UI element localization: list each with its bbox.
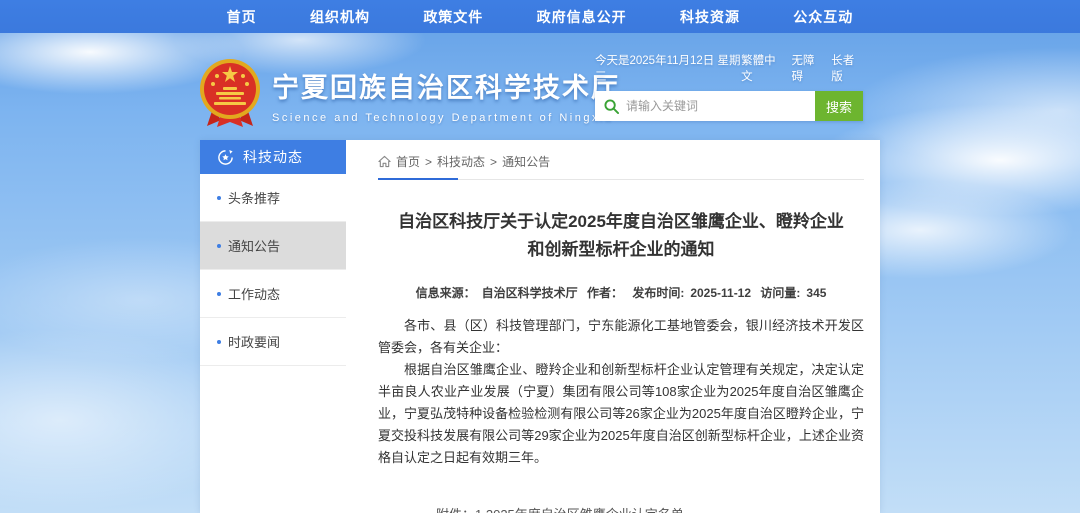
article-meta: 信息来源： 自治区科学技术厅 作者： 发布时间: 2025-11-12 访问量: 34…: [378, 284, 864, 301]
link-traditional-chinese[interactable]: 繁體中文: [741, 52, 783, 84]
sidebar-item-current-politics[interactable]: 时政要闻: [200, 318, 346, 366]
nav-item-gov-info[interactable]: 政府信息公开: [537, 7, 627, 27]
search-button[interactable]: 搜索: [815, 91, 863, 121]
nav-item-sci-tech-resources[interactable]: 科技资源: [680, 7, 740, 27]
sidebar-item-label: 头条推荐: [228, 188, 280, 207]
attachments-label: 附件：: [436, 503, 475, 513]
search-box: [595, 91, 815, 121]
attachment-link-eagle-list[interactable]: 1.2025年度自治区雏鹰企业认定名单: [475, 503, 723, 513]
attachments-block: 附件： 1.2025年度自治区雏鹰企业认定名单 2.2025年度自治区瞪羚企业认…: [436, 503, 864, 513]
nav-item-public-interaction[interactable]: 公众互动: [793, 7, 853, 27]
current-date-text: 今天是2025年11月12日 星期三: [595, 52, 741, 84]
page-background: 首页 组织机构 政策文件 政府信息公开 科技资源 公众互动 宁夏回族自治区: [0, 0, 1080, 513]
bullet-dot-icon: [217, 292, 221, 296]
article-title: 自治区科技厅关于认定2025年度自治区雏鹰企业、瞪羚企业 和创新型标杆企业的通知: [378, 208, 864, 264]
site-title: 宁夏回族自治区科学技术厅: [272, 66, 620, 105]
sidebar-item-work-trends[interactable]: 工作动态: [200, 270, 346, 318]
meta-time-label: 发布时间:: [632, 286, 684, 300]
breadcrumb-separator: >: [425, 155, 432, 169]
meta-views-value: 345: [806, 286, 826, 300]
home-icon: [378, 155, 391, 168]
sidebar-item-label: 工作动态: [228, 284, 280, 303]
bullet-dot-icon: [217, 244, 221, 248]
nav-item-organization[interactable]: 组织机构: [310, 7, 370, 27]
article-body: 各市、县（区）科技管理部门，宁东能源化工基地管委会，银川经济技术开发区管委会，各…: [378, 315, 864, 469]
sidebar-item-headline-recommend[interactable]: 头条推荐: [200, 174, 346, 222]
meta-time-value: 2025-11-12: [690, 286, 751, 300]
search-input[interactable]: [626, 99, 815, 113]
sidebar-item-notices[interactable]: 通知公告: [200, 222, 346, 270]
breadcrumb-notices[interactable]: 通知公告: [502, 153, 550, 170]
content-panel: 科技动态 头条推荐 通知公告 工作动态 时政要闻: [200, 140, 880, 513]
nav-item-policy-documents[interactable]: 政策文件: [423, 7, 483, 27]
search-icon: [604, 99, 619, 114]
top-navigation-bar: 首页 组织机构 政策文件 政府信息公开 科技资源 公众互动: [0, 0, 1080, 33]
breadcrumb-separator: >: [490, 155, 497, 169]
bullet-dot-icon: [217, 340, 221, 344]
meta-views-label: 访问量:: [760, 286, 800, 300]
sidebar-title: 科技动态: [243, 147, 303, 167]
meta-source-label: 信息来源：: [416, 286, 476, 300]
nav-item-home[interactable]: 首页: [227, 7, 257, 27]
link-accessibility[interactable]: 无障碍: [791, 52, 823, 84]
meta-source-value: 自治区科学技术厅: [482, 286, 578, 300]
sidebar-item-label: 通知公告: [228, 236, 280, 255]
sidebar-item-label: 时政要闻: [228, 332, 280, 351]
national-emblem-logo: [199, 58, 261, 128]
main-article-area: 首页 > 科技动态 > 通知公告 自治区科技厅关于认定2025年度自治区雏鹰企业…: [362, 140, 880, 513]
article-paragraph: 根据自治区雏鹰企业、瞪羚企业和创新型标杆企业认定管理有关规定，决定认定半亩良人农…: [378, 359, 864, 469]
link-elder-version[interactable]: 长者版: [831, 52, 863, 84]
star-circle-icon: [217, 149, 234, 166]
sidebar-header: 科技动态: [200, 140, 346, 174]
breadcrumb-sci-tech-news[interactable]: 科技动态: [437, 153, 485, 170]
meta-author-label: 作者：: [587, 286, 623, 300]
breadcrumb: 首页 > 科技动态 > 通知公告: [378, 140, 864, 180]
breadcrumb-home[interactable]: 首页: [396, 153, 420, 170]
bullet-dot-icon: [217, 196, 221, 200]
site-subtitle: Science and Technology Department of Nin…: [272, 112, 620, 124]
sidebar: 科技动态 头条推荐 通知公告 工作动态 时政要闻: [200, 140, 346, 513]
article-paragraph: 各市、县（区）科技管理部门，宁东能源化工基地管委会，银川经济技术开发区管委会，各…: [378, 315, 864, 359]
